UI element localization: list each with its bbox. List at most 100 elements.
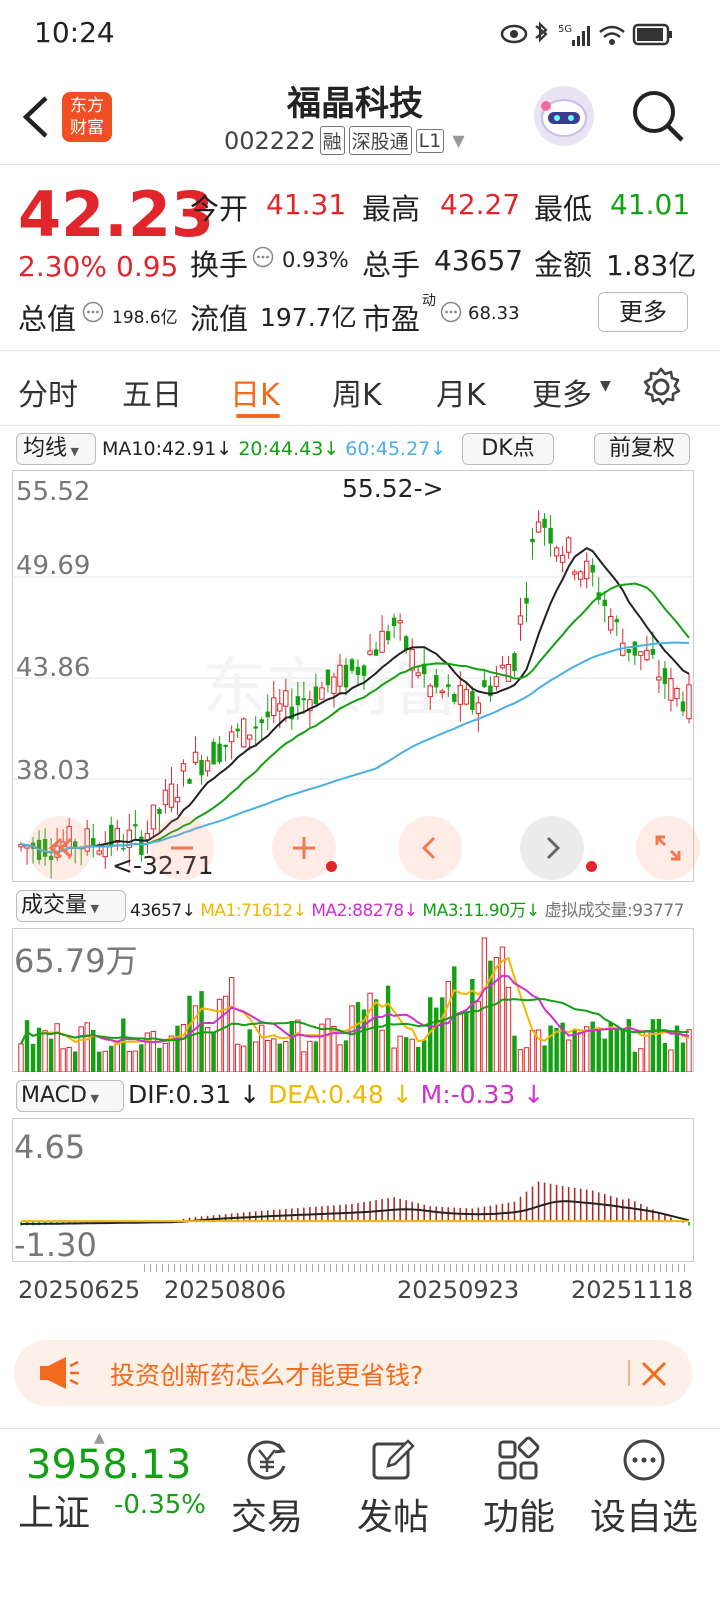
tab-weekly-k[interactable]: 周K <box>332 370 382 414</box>
macd-selector[interactable]: MACD ▼ <box>16 1080 124 1112</box>
search-icon[interactable] <box>630 88 686 144</box>
volume-bar <box>283 1040 289 1072</box>
fullscreen-icon[interactable] <box>636 816 700 880</box>
volume-bar <box>464 1012 469 1072</box>
more-circle-icon <box>623 1439 665 1481</box>
high-value: 42.27 <box>440 188 521 221</box>
low-label: 最低 <box>534 192 593 226</box>
candle <box>608 615 614 631</box>
more-dots-icon[interactable] <box>252 246 274 268</box>
next-icon[interactable] <box>520 816 584 880</box>
candle <box>446 684 451 688</box>
index-value: 3958.13 <box>26 1442 192 1488</box>
candle <box>192 751 199 763</box>
svg-text:5G: 5G <box>558 24 572 35</box>
volume-bar <box>60 1048 66 1072</box>
volume-bar <box>662 1043 668 1072</box>
logo-text-2: 财富 <box>70 118 104 138</box>
stock-name: 福晶科技 <box>287 84 423 124</box>
tab-daily-k[interactable]: 日K <box>230 370 280 414</box>
zoom-in-icon[interactable] <box>272 816 336 880</box>
candle <box>650 649 656 655</box>
adjust-button[interactable]: 前复权 <box>594 433 690 465</box>
caret-down-icon: ▼ <box>67 445 79 458</box>
volume-bar <box>644 1030 650 1072</box>
volume-bar <box>295 1019 301 1072</box>
candle <box>482 680 487 688</box>
ma-selector[interactable]: 均线 ▼ <box>16 433 96 465</box>
grid-icon <box>498 1436 540 1480</box>
y-label-2: 49.69 <box>16 551 90 581</box>
volume-chart[interactable]: 65.79万 <box>12 928 694 1072</box>
close-icon[interactable] <box>640 1360 668 1388</box>
tab-five-day[interactable]: 五日 <box>122 370 182 414</box>
robot-assistant-icon[interactable] <box>534 86 594 146</box>
candle <box>577 571 584 580</box>
volume-bar <box>542 1045 547 1072</box>
candle <box>427 685 433 698</box>
volume-bar <box>139 1044 144 1072</box>
y-label-top: 55.52 <box>16 477 90 507</box>
candle <box>211 741 216 765</box>
volume-current: 43657 <box>130 901 182 921</box>
candle <box>144 832 151 841</box>
more-quote-button[interactable]: 更多 <box>598 292 688 332</box>
candle <box>187 779 192 784</box>
volume-bar <box>452 966 457 1072</box>
zoom-out-icon[interactable] <box>150 816 214 880</box>
candle <box>319 687 325 700</box>
volume-bar <box>512 1035 517 1072</box>
macd-dif: DIF:0.31 <box>128 1080 232 1109</box>
turnover-label: 换手 <box>190 248 249 282</box>
more-dots-icon[interactable] <box>82 301 104 323</box>
candle <box>361 665 367 676</box>
candle <box>235 728 240 732</box>
candle <box>565 537 572 553</box>
more-dots-icon[interactable] <box>440 301 462 323</box>
stock-code-row[interactable]: 002222 融 深股通 L1 ▼ <box>224 126 465 155</box>
y-label-3: 43.86 <box>16 653 90 683</box>
volume-bar <box>548 1025 553 1072</box>
gear-icon[interactable] <box>640 366 682 408</box>
dk-point-button[interactable]: DK点 <box>462 433 554 465</box>
candle <box>644 649 650 661</box>
volume-bar <box>102 1050 108 1072</box>
candle <box>674 688 680 699</box>
volume-bar <box>157 1047 162 1072</box>
nav-trade[interactable]: 交易 <box>220 1436 314 1540</box>
candle <box>626 649 632 653</box>
nav-functions-label: 功能 <box>482 1497 555 1538</box>
nav-add-watchlist[interactable]: 设自选 <box>582 1436 706 1540</box>
volume-bar <box>162 1042 169 1072</box>
volume-bar <box>638 1048 644 1072</box>
volume-bar <box>247 1029 252 1072</box>
ma60-value: 60:45.27 <box>345 438 431 460</box>
tag-level: L1 <box>415 128 445 153</box>
candle <box>452 694 457 702</box>
back-icon[interactable] <box>16 92 56 142</box>
scroll-left-fast-icon[interactable] <box>28 816 92 880</box>
tab-intraday[interactable]: 分时 <box>18 370 78 414</box>
candle <box>133 824 138 827</box>
candle <box>301 698 307 701</box>
tab-monthly-k[interactable]: 月K <box>436 370 486 414</box>
amount-label: 金额 <box>534 248 593 282</box>
macd-chart[interactable]: 4.65 -1.30 <box>12 1118 694 1262</box>
kline-chart[interactable]: 东方财富 55.52 49.69 43.86 38.03 55.52-> <-3… <box>12 470 694 882</box>
previous-icon[interactable] <box>398 816 462 880</box>
tab-more[interactable]: 更多 <box>532 370 592 414</box>
candle <box>391 617 397 627</box>
promo-banner[interactable]: 投资创新药怎么才能更省钱? <box>14 1340 692 1406</box>
chevron-down-icon: ▼ <box>452 131 465 150</box>
volume-selector[interactable]: 成交量 ▼ <box>16 890 126 922</box>
tag-connect: 深股通 <box>348 126 412 155</box>
candle <box>265 711 270 718</box>
candle <box>228 731 235 743</box>
candle <box>470 691 475 710</box>
volume-y-label: 65.79万 <box>14 942 138 980</box>
divider <box>0 350 720 351</box>
volume-bar <box>109 1045 114 1072</box>
nav-functions[interactable]: 功能 <box>472 1436 566 1540</box>
nav-post[interactable]: 发帖 <box>346 1436 440 1540</box>
index-widget[interactable]: ▲ 3958.13 上证 -0.35% <box>0 1428 210 1568</box>
